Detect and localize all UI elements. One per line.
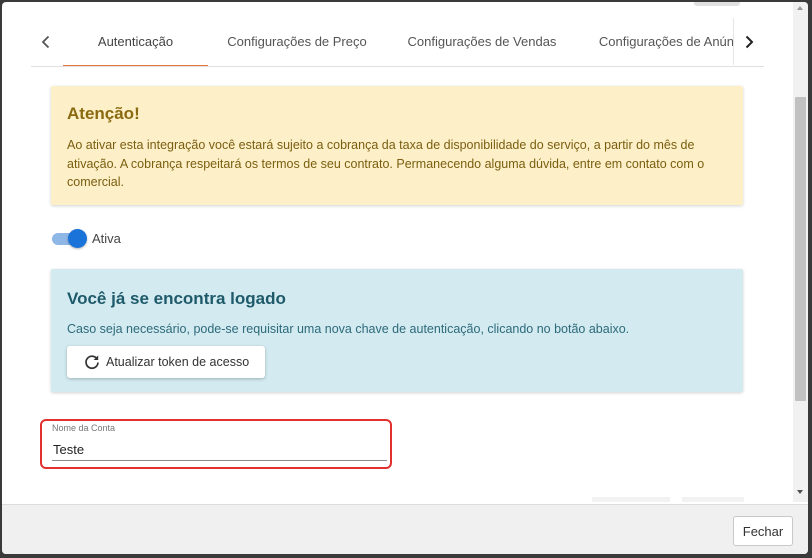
refresh-token-button[interactable]: Atualizar token de acesso	[67, 346, 265, 378]
dialog-content: Autenticação Configurações de Preço Conf…	[2, 2, 793, 502]
toggle-knob	[68, 229, 87, 248]
scroll-up-icon[interactable]	[797, 6, 803, 10]
account-name-label: Nome da Conta	[52, 423, 116, 433]
tab-scroll-left-button[interactable]	[31, 18, 61, 66]
warning-text: Ao ativar esta integração você estará su…	[67, 138, 705, 189]
warning-title: Atenção!	[67, 104, 140, 123]
tab-bar: Autenticação Configurações de Preço Conf…	[31, 18, 764, 67]
tab-scroll-right-button[interactable]	[733, 18, 764, 65]
tab-strip: Autenticação Configurações de Preço Conf…	[63, 18, 733, 66]
scrollbar-thumb[interactable]	[795, 97, 806, 401]
hidden-button-edge	[592, 497, 670, 502]
chevron-left-icon	[41, 35, 50, 49]
info-alert: Você já se encontra logado Caso seja nec…	[51, 269, 743, 392]
refresh-icon	[83, 353, 101, 371]
refresh-token-label: Atualizar token de acesso	[106, 355, 250, 369]
tab-autenticacao[interactable]: Autenticação	[63, 18, 208, 66]
active-tab-indicator	[63, 65, 208, 66]
info-text: Caso seja necessário, pode-se requisitar…	[67, 322, 630, 336]
active-toggle[interactable]	[52, 229, 88, 249]
account-name-input[interactable]	[52, 439, 387, 461]
integration-dialog: Autenticação Configurações de Preço Conf…	[2, 2, 808, 554]
vertical-scrollbar[interactable]	[793, 2, 808, 502]
close-button[interactable]: Fechar	[733, 516, 793, 546]
tab-configuracoes-anuncios[interactable]: Configurações de Anúncios	[578, 18, 733, 66]
tab-configuracoes-vendas[interactable]: Configurações de Vendas	[386, 18, 578, 66]
hidden-button-edge	[682, 497, 744, 502]
scroll-down-icon[interactable]	[797, 490, 803, 494]
info-title: Você já se encontra logado	[67, 289, 286, 308]
chevron-right-icon	[745, 35, 754, 48]
dialog-footer: Fechar	[2, 504, 808, 554]
warning-alert: Atenção! Ao ativar esta integração você …	[51, 86, 743, 205]
tab-configuracoes-preco[interactable]: Configurações de Preço	[208, 18, 386, 66]
active-toggle-label: Ativa	[92, 231, 121, 246]
